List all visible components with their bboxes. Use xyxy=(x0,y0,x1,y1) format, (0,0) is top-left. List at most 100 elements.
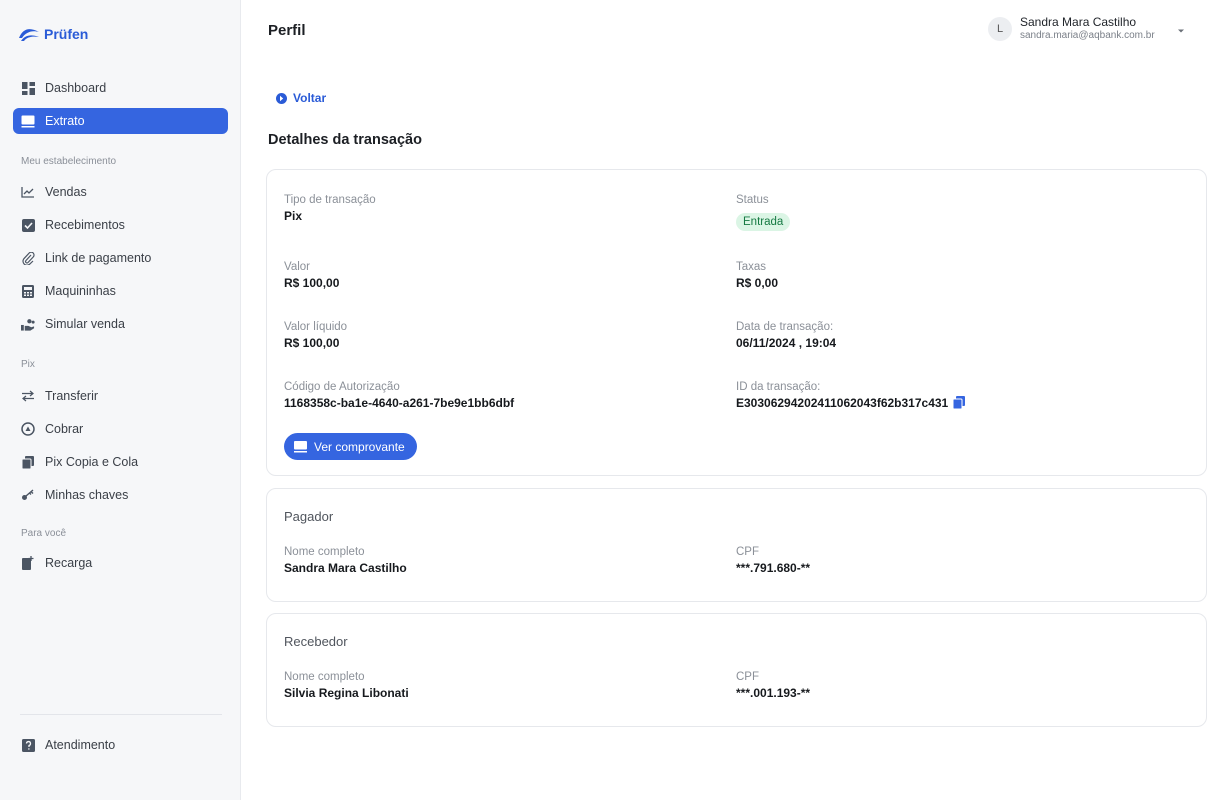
field-payer-cpf: CPF ***.791.680-** xyxy=(736,546,810,575)
sidebar-item-maquininhas[interactable]: Maquininhas xyxy=(13,278,228,304)
avatar: L xyxy=(988,16,1012,41)
sidebar-item-atendimento[interactable]: Atendimento xyxy=(13,732,228,758)
sidebar-item-link-pagamento[interactable]: Link de pagamento xyxy=(13,245,228,271)
field-label: Taxas xyxy=(736,261,767,273)
button-label: Ver comprovante xyxy=(314,439,405,454)
card-title: Pagador xyxy=(284,509,334,524)
field-codigo: Código de Autorização 1168358c-ba1e-4640… xyxy=(284,381,514,410)
receipt-icon xyxy=(21,114,35,128)
field-receiver-name: Nome completo Silvia Regina Libonati xyxy=(284,671,409,700)
paperclip-icon xyxy=(21,251,35,265)
nav-para-voce: Para você Recarga xyxy=(13,526,228,576)
field-value: ***.791.680-** xyxy=(736,561,811,575)
dashboard-icon xyxy=(21,81,35,95)
sidebar-item-label: Simular venda xyxy=(45,317,125,331)
sidebar-section-title: Para você xyxy=(21,528,67,539)
field-label: Valor xyxy=(284,261,310,273)
field-valor-liquido: Valor líquido R$ 100,00 xyxy=(284,321,347,350)
sidebar-item-extrato[interactable]: Extrato xyxy=(13,108,228,134)
field-value: Silvia Regina Libonati xyxy=(284,686,409,700)
sidebar-divider xyxy=(20,714,222,715)
sidebar-item-label: Recarga xyxy=(45,556,93,570)
user-info: Sandra Mara Castilho sandra.maria@aqbank… xyxy=(1020,15,1155,41)
field-value: R$ 0,00 xyxy=(736,276,779,290)
sidebar-item-label: Vendas xyxy=(45,185,87,199)
sidebar-item-vendas[interactable]: Vendas xyxy=(13,179,228,205)
sidebar-item-minhas-chaves[interactable]: Minhas chaves xyxy=(13,482,228,508)
nav-footer: Atendimento xyxy=(13,732,228,758)
sidebar-item-dashboard[interactable]: Dashboard xyxy=(13,75,228,101)
sidebar: Prüfen Dashboard Extrato Meu estabelecim… xyxy=(0,0,241,800)
field-label: CPF xyxy=(736,546,759,558)
field-value: Sandra Mara Castilho xyxy=(284,561,407,575)
nav-pix: Pix Transferir Cobrar Pix Copia e Cola M… xyxy=(13,357,228,508)
key-icon xyxy=(21,488,35,502)
user-email: sandra.maria@aqbank.com.br xyxy=(1020,29,1155,41)
sidebar-item-pix-copia-cola[interactable]: Pix Copia e Cola xyxy=(13,449,228,475)
brand-logo[interactable]: Prüfen xyxy=(18,26,88,42)
transaction-id: E30306294202411062043f62b317c431 xyxy=(736,396,949,410)
field-label: Status xyxy=(736,194,769,206)
sidebar-item-recebimentos[interactable]: Recebimentos xyxy=(13,212,228,238)
field-label: Nome completo xyxy=(284,671,365,683)
sidebar-item-recarga[interactable]: Recarga xyxy=(13,550,228,576)
field-value: E30306294202411062043f62b317c431 xyxy=(736,396,966,410)
user-menu[interactable]: L Sandra Mara Castilho sandra.maria@aqba… xyxy=(988,15,1155,41)
sidebar-item-transferir[interactable]: Transferir xyxy=(13,383,228,409)
field-taxas: Taxas R$ 0,00 xyxy=(736,261,778,290)
field-data: Data de transação: 06/11/2024 , 19:04 xyxy=(736,321,836,350)
chevron-down-icon[interactable] xyxy=(1176,26,1186,36)
field-value: 06/11/2024 , 19:04 xyxy=(736,336,837,350)
sidebar-item-label: Pix Copia e Cola xyxy=(45,455,139,469)
brand-name: Prüfen xyxy=(44,26,89,42)
sidebar-section-title: Pix xyxy=(21,359,35,370)
status-badge: Entrada xyxy=(736,213,791,231)
view-receipt-button[interactable]: Ver comprovante xyxy=(284,433,417,460)
sidebar-section-title: Meu estabelecimento xyxy=(21,156,117,167)
user-name: Sandra Mara Castilho xyxy=(1020,15,1137,29)
field-value: R$ 100,00 xyxy=(284,276,340,290)
sidebar-item-label: Atendimento xyxy=(45,738,116,752)
card-machine-icon xyxy=(21,284,35,298)
back-link[interactable]: Voltar xyxy=(276,91,326,105)
field-label: Código de Autorização xyxy=(284,381,400,393)
sidebar-item-label: Recebimentos xyxy=(45,218,125,232)
section-title: Detalhes da transação xyxy=(268,132,422,148)
sidebar-item-label: Cobrar xyxy=(45,422,84,436)
field-label: Data de transação: xyxy=(736,321,834,333)
help-icon xyxy=(21,738,35,752)
main-nav: Dashboard Extrato xyxy=(13,75,228,134)
phone-plus-icon xyxy=(21,556,35,570)
sidebar-item-label: Transferir xyxy=(45,389,99,403)
copy-icon[interactable] xyxy=(953,396,966,409)
back-arrow-icon xyxy=(276,92,287,104)
field-value: 1168358c-ba1e-4640-a261-7be9e1bb6dbf xyxy=(284,396,515,410)
chart-line-icon xyxy=(21,185,35,199)
field-label: ID da transação: xyxy=(736,381,821,393)
copy-icon xyxy=(21,455,35,469)
field-status: Status Entrada xyxy=(736,194,791,231)
card-title: Recebedor xyxy=(284,634,348,649)
checkbox-icon xyxy=(21,218,35,232)
sidebar-item-cobrar[interactable]: Cobrar xyxy=(13,416,228,442)
sidebar-item-label: Extrato xyxy=(45,114,85,128)
field-tipo: Tipo de transação Pix xyxy=(284,194,376,223)
field-label: Nome completo xyxy=(284,546,365,558)
field-label: Valor líquido xyxy=(284,321,348,333)
field-value: ***.001.193-** xyxy=(736,686,811,700)
field-label: CPF xyxy=(736,671,759,683)
sidebar-item-label: Dashboard xyxy=(45,81,107,95)
receipt-icon xyxy=(294,440,307,452)
coin-icon xyxy=(21,422,35,436)
field-value: R$ 100,00 xyxy=(284,336,340,350)
sidebar-item-simular-venda[interactable]: Simular venda xyxy=(13,311,228,337)
payer-card: Pagador Nome completo Sandra Mara Castil… xyxy=(266,488,1207,602)
field-value: Pix xyxy=(284,209,303,223)
wave-logo-icon xyxy=(19,29,39,41)
transfer-arrows-icon xyxy=(21,389,35,403)
sidebar-item-label: Minhas chaves xyxy=(45,488,129,502)
field-receiver-cpf: CPF ***.001.193-** xyxy=(736,671,810,700)
nav-estabelecimento: Meu estabelecimento Vendas Recebimentos … xyxy=(13,154,228,337)
sidebar-item-label: Maquininhas xyxy=(45,284,116,298)
sidebar-item-label: Link de pagamento xyxy=(45,251,152,265)
